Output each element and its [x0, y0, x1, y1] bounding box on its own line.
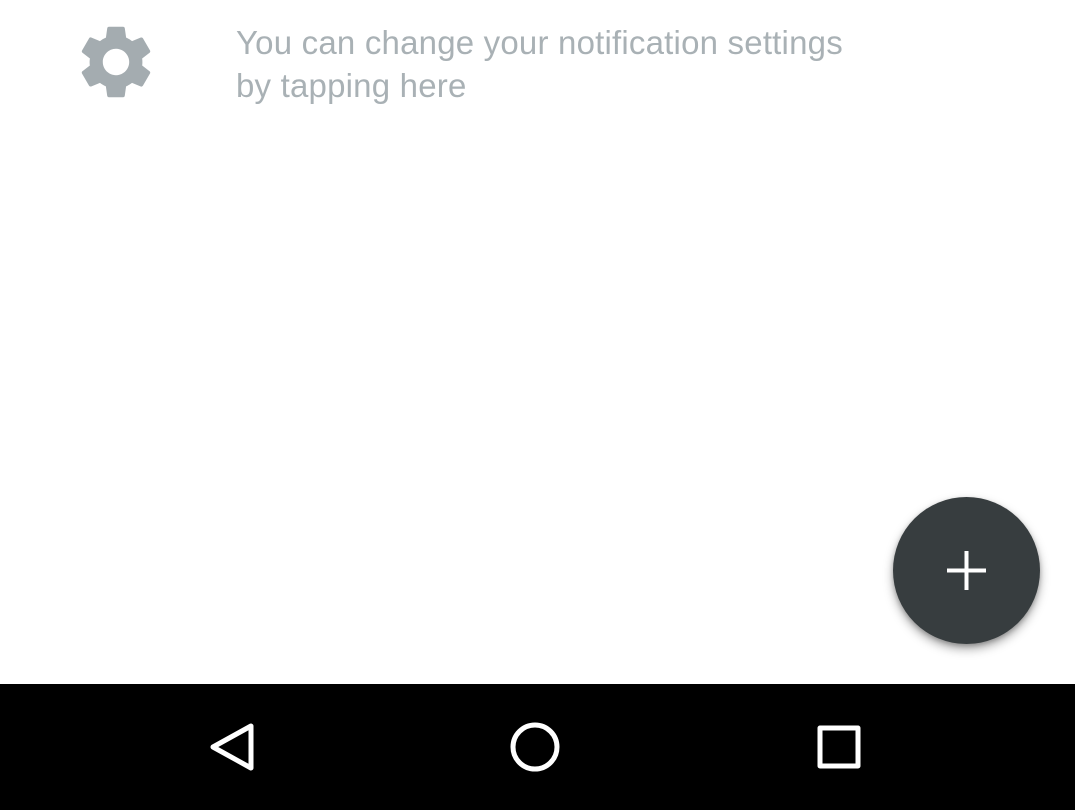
recents-button[interactable] [759, 684, 919, 810]
add-button[interactable] [893, 497, 1040, 644]
main-content: You can change your notification setting… [0, 0, 1075, 684]
home-button[interactable] [455, 684, 615, 810]
notification-settings-hint[interactable]: You can change your notification setting… [0, 0, 1075, 120]
hint-text: You can change your notification setting… [236, 24, 843, 104]
back-triangle-icon [210, 723, 254, 771]
app-screen: You can change your notification setting… [0, 0, 1075, 810]
plus-icon [947, 551, 986, 590]
recents-square-icon [817, 725, 861, 769]
back-button[interactable] [154, 684, 314, 810]
home-circle-icon [510, 722, 560, 772]
gear-icon[interactable] [72, 18, 160, 106]
system-navigation-bar [0, 684, 1075, 810]
